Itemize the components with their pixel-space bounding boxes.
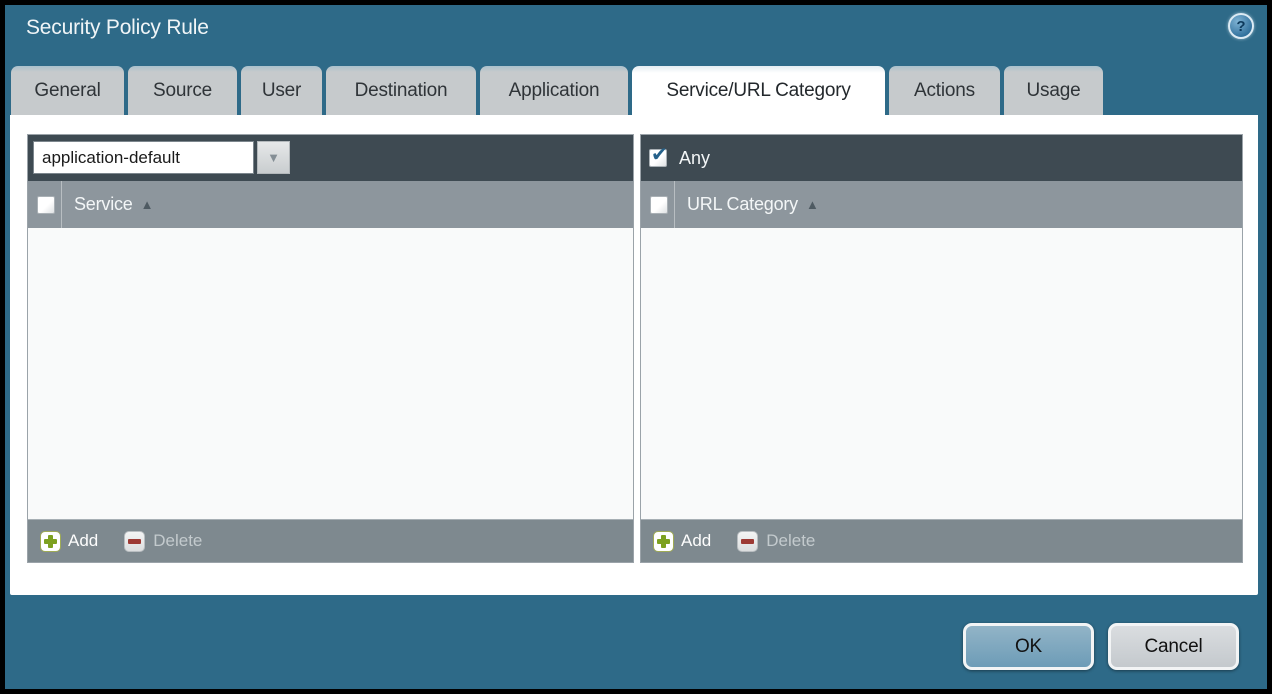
url-category-add-icon[interactable] xyxy=(653,531,674,552)
service-panel-header: ▼ xyxy=(28,135,633,181)
tab-user[interactable]: User xyxy=(241,66,322,115)
security-policy-rule-dialog: Security Policy Rule ? General Source Us… xyxy=(0,0,1272,694)
tab-usage[interactable]: Usage xyxy=(1004,66,1103,115)
any-checkbox-label[interactable]: Any xyxy=(679,148,710,169)
checkmark-icon: ✔ xyxy=(651,142,668,167)
tab-destination[interactable]: Destination xyxy=(326,66,476,115)
ok-button[interactable]: OK xyxy=(963,623,1094,670)
url-category-panel: ✔ Any URL Category ▲ Add Delete xyxy=(640,134,1243,563)
tab-general[interactable]: General xyxy=(11,66,124,115)
url-category-column-header: URL Category ▲ xyxy=(641,181,1242,228)
url-category-list-empty[interactable] xyxy=(641,228,1242,519)
url-category-column-label[interactable]: URL Category xyxy=(687,194,798,215)
tab-application[interactable]: Application xyxy=(480,66,628,115)
dialog-title: Security Policy Rule xyxy=(26,16,209,40)
tab-bar: General Source User Destination Applicat… xyxy=(11,66,1103,115)
column-separator xyxy=(674,181,675,228)
cancel-button[interactable]: Cancel xyxy=(1108,623,1239,670)
service-add-icon[interactable] xyxy=(40,531,61,552)
service-select-all-checkbox[interactable] xyxy=(37,196,55,214)
column-separator xyxy=(61,181,62,228)
tab-actions[interactable]: Actions xyxy=(889,66,1000,115)
tab-service-url-category[interactable]: Service/URL Category xyxy=(632,66,885,115)
url-category-panel-header: ✔ Any xyxy=(641,135,1242,181)
service-delete-icon[interactable] xyxy=(124,531,145,552)
help-icon[interactable]: ? xyxy=(1228,13,1254,39)
url-category-delete-button[interactable]: Delete xyxy=(766,531,815,551)
url-category-add-button[interactable]: Add xyxy=(681,531,711,551)
dropdown-arrow-icon: ▼ xyxy=(267,150,280,165)
url-category-panel-footer: Add Delete xyxy=(641,519,1242,562)
service-delete-button[interactable]: Delete xyxy=(153,531,202,551)
url-category-delete-icon[interactable] xyxy=(737,531,758,552)
service-column-header: Service ▲ xyxy=(28,181,633,228)
service-panel: ▼ Service ▲ Add Delete xyxy=(27,134,634,563)
sort-ascending-icon[interactable]: ▲ xyxy=(141,197,154,212)
service-panel-footer: Add Delete xyxy=(28,519,633,562)
tab-source[interactable]: Source xyxy=(128,66,237,115)
sort-ascending-icon[interactable]: ▲ xyxy=(806,197,819,212)
service-type-dropdown[interactable] xyxy=(33,141,254,174)
service-list-empty[interactable] xyxy=(28,228,633,519)
url-category-select-all-checkbox[interactable] xyxy=(650,196,668,214)
service-column-label[interactable]: Service xyxy=(74,194,133,215)
service-type-dropdown-button[interactable]: ▼ xyxy=(257,141,290,174)
any-checkbox[interactable]: ✔ xyxy=(649,149,667,167)
tab-content-area: ▼ Service ▲ Add Delete ✔ xyxy=(10,115,1258,595)
service-add-button[interactable]: Add xyxy=(68,531,98,551)
